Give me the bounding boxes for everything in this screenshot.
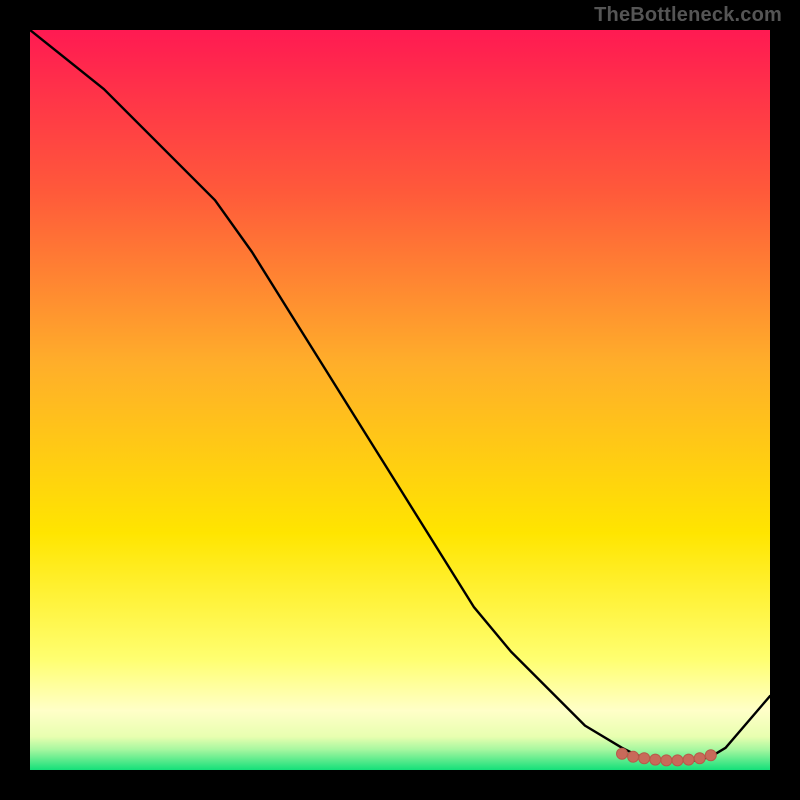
optimal-marker — [672, 755, 683, 766]
optimal-marker — [628, 751, 639, 762]
optimal-marker — [661, 755, 672, 766]
optimal-marker — [617, 748, 628, 759]
optimal-marker — [639, 753, 650, 764]
chart-svg — [30, 30, 770, 770]
optimal-marker — [650, 754, 661, 765]
chart-frame: TheBottleneck.com — [0, 0, 800, 800]
gradient-background — [30, 30, 770, 770]
optimal-marker — [683, 754, 694, 765]
optimal-marker — [705, 750, 716, 761]
plot-area — [30, 30, 770, 770]
watermark-text: TheBottleneck.com — [594, 4, 782, 27]
optimal-marker — [694, 753, 705, 764]
